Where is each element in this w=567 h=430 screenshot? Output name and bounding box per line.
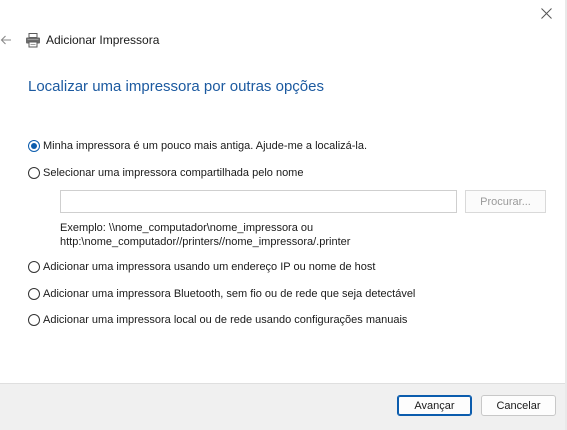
option-shared-by-name[interactable]: Selecionar uma impressora compartilhada …	[28, 167, 303, 179]
radio-manual-settings[interactable]	[28, 314, 40, 326]
radio-shared-by-name[interactable]	[28, 167, 40, 179]
cancel-button[interactable]: Cancelar	[481, 395, 556, 416]
close-icon	[540, 7, 552, 19]
back-arrow-icon	[0, 35, 11, 45]
option-older-printer[interactable]: Minha impressora é um pouco mais antiga.…	[28, 140, 367, 152]
add-printer-window: Adicionar Impressora Localizar uma impre…	[0, 0, 567, 430]
option-label: Adicionar uma impressora local ou de red…	[43, 314, 408, 326]
option-ip-address[interactable]: Adicionar uma impressora usando um ender…	[28, 261, 375, 273]
radio-older-printer[interactable]	[28, 140, 40, 152]
wizard-footer: Avançar Cancelar	[0, 383, 567, 430]
option-label: Selecionar uma impressora compartilhada …	[43, 167, 304, 179]
radio-ip-address[interactable]	[28, 261, 40, 273]
option-bluetooth-wireless[interactable]: Adicionar uma impressora Bluetooth, sem …	[28, 288, 415, 300]
printer-icon	[26, 33, 40, 48]
example-text: Exemplo: \\nome_computador\nome_impresso…	[60, 221, 350, 249]
close-button[interactable]	[533, 2, 559, 24]
wizard-title: Adicionar Impressora	[46, 33, 160, 47]
example-line-2: http:\nome_computador//printers//nome_im…	[60, 236, 351, 248]
browse-button[interactable]: Procurar...	[465, 190, 546, 213]
title-bar	[0, 0, 567, 28]
option-manual-settings[interactable]: Adicionar uma impressora local ou de red…	[28, 314, 407, 326]
wizard-nav-bar: Adicionar Impressora	[0, 28, 567, 52]
radio-bluetooth-wireless[interactable]	[28, 288, 40, 300]
option-label: Adicionar uma impressora usando um ender…	[43, 261, 376, 273]
back-button[interactable]	[0, 33, 14, 47]
next-button[interactable]: Avançar	[397, 395, 472, 416]
option-label: Adicionar uma impressora Bluetooth, sem …	[43, 288, 416, 300]
page-heading: Localizar uma impressora por outras opçõ…	[28, 78, 324, 95]
shared-printer-name-input[interactable]	[60, 190, 457, 213]
option-label: Minha impressora é um pouco mais antiga.…	[43, 140, 368, 152]
example-line-1: Exemplo: \\nome_computador\nome_impresso…	[60, 222, 314, 234]
